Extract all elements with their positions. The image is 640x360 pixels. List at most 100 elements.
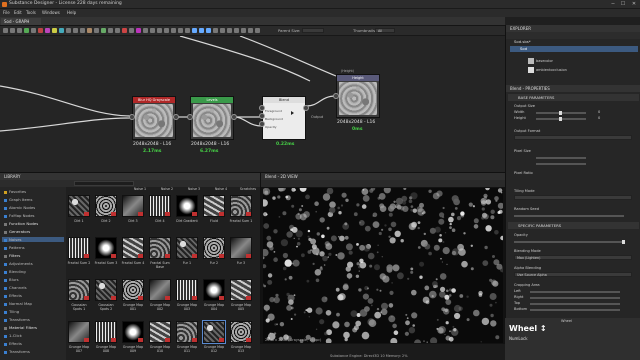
- toolbar-tool-icon[interactable]: [17, 28, 22, 33]
- library-tree-item[interactable]: Effects: [4, 293, 22, 298]
- close-button[interactable]: ✕: [629, 1, 639, 8]
- crop-bottom-slider[interactable]: [530, 309, 620, 311]
- library-thumbnail[interactable]: [176, 321, 198, 343]
- 2d-view-canvas[interactable]: [263, 188, 503, 343]
- library-thumbnail[interactable]: [230, 237, 252, 259]
- library-thumbnail[interactable]: [68, 237, 90, 259]
- thumbnails-select[interactable]: All: [375, 28, 395, 33]
- toolbar-tool-icon[interactable]: [234, 28, 239, 33]
- toolbar-tool-icon[interactable]: [73, 28, 78, 33]
- graph-tab[interactable]: Sod - GRAPH: [1, 18, 41, 25]
- library-tree-item[interactable]: Transforms: [4, 317, 30, 322]
- toolbar-tool-icon[interactable]: [255, 28, 260, 33]
- toolbar-tool-icon[interactable]: [206, 28, 211, 33]
- menu-edit[interactable]: Edit: [14, 10, 22, 15]
- toolbar-tool-icon[interactable]: [185, 28, 190, 33]
- toolbar-tool-icon[interactable]: [157, 28, 162, 33]
- explorer-graph-row[interactable]: Sod: [510, 46, 638, 52]
- library-tree-item[interactable]: Patterns: [4, 245, 25, 250]
- menu-windows[interactable]: Windows: [42, 10, 60, 15]
- menu-help[interactable]: Help: [67, 10, 76, 15]
- library-thumbnail[interactable]: [176, 195, 198, 217]
- toolbar-tool-icon[interactable]: [220, 28, 225, 33]
- library-tree-item[interactable]: Function Nodes: [4, 221, 38, 226]
- library-tree-item[interactable]: Adjustments: [4, 261, 33, 266]
- blending-mode-select[interactable]: Max (Lighten): [514, 255, 632, 260]
- input-port[interactable]: [333, 93, 339, 99]
- output-item-basecolor[interactable]: basecolor: [536, 59, 553, 63]
- library-thumbnail[interactable]: [68, 279, 90, 301]
- library-search-input[interactable]: [74, 181, 134, 186]
- toolbar-tool-icon[interactable]: [227, 28, 232, 33]
- library-thumbnail[interactable]: [203, 237, 225, 259]
- library-tree-item[interactable]: Normal Map: [4, 301, 32, 306]
- library-tree-item[interactable]: Generators: [4, 229, 30, 234]
- library-tree-item[interactable]: FxMap Nodes: [4, 213, 35, 218]
- parent-size-select[interactable]: [302, 28, 324, 33]
- toolbar-tool-icon[interactable]: [94, 28, 99, 33]
- toolbar-tool-icon[interactable]: [115, 28, 120, 33]
- library-tree-item[interactable]: Noises: [2, 237, 64, 242]
- toolbar-tool-icon[interactable]: [101, 28, 106, 33]
- node-blend[interactable]: Blend Foreground Background Opacity: [262, 96, 306, 140]
- toolbar-tool-icon[interactable]: [45, 28, 50, 33]
- toolbar-tool-icon[interactable]: [52, 28, 57, 33]
- toolbar-tool-icon[interactable]: [213, 28, 218, 33]
- menu-tools[interactable]: Tools: [26, 10, 36, 15]
- toolbar-tool-icon[interactable]: [129, 28, 134, 33]
- toolbar-tool-icon[interactable]: [171, 28, 176, 33]
- toolbar-tool-icon[interactable]: [248, 28, 253, 33]
- maximize-button[interactable]: ☐: [618, 1, 628, 8]
- library-tree-item[interactable]: 1-Click: [4, 333, 22, 338]
- library-thumbnail[interactable]: [176, 237, 198, 259]
- library-tree-item[interactable]: Effects: [4, 341, 22, 346]
- library-thumbnail[interactable]: [203, 279, 225, 301]
- graph-canvas[interactable]: Blur HQ Grayscale 2048x2048 - L16 2.17ms…: [0, 36, 505, 172]
- height-slider-knob[interactable]: [559, 117, 562, 121]
- toolbar-tool-icon[interactable]: [199, 28, 204, 33]
- output-format-select[interactable]: [514, 135, 632, 140]
- library-thumbnail[interactable]: [149, 237, 171, 259]
- opacity-slider[interactable]: [514, 241, 624, 243]
- library-tree-item[interactable]: Graph Items: [4, 197, 32, 202]
- input-port[interactable]: [129, 114, 135, 120]
- crop-top-slider[interactable]: [530, 303, 620, 305]
- node-blur-hq-grayscale[interactable]: Blur HQ Grayscale: [132, 96, 176, 140]
- random-seed-slider[interactable]: [514, 215, 624, 217]
- width-slider-knob[interactable]: [559, 111, 562, 115]
- node-levels[interactable]: Levels: [190, 96, 234, 140]
- library-tree-item[interactable]: Blending: [4, 269, 26, 274]
- specific-parameters-section[interactable]: SPECIFIC PARAMETERS: [508, 222, 639, 229]
- library-thumbnail[interactable]: [95, 279, 117, 301]
- input-port-foreground[interactable]: [259, 105, 265, 111]
- library-tree-item[interactable]: Filters: [4, 253, 20, 258]
- pixel-width-slider[interactable]: [536, 157, 586, 159]
- output-port[interactable]: [303, 105, 309, 111]
- library-thumbnail[interactable]: [122, 237, 144, 259]
- library-tree-item[interactable]: Atomic Nodes: [4, 205, 35, 210]
- opacity-slider-knob[interactable]: [622, 240, 625, 244]
- toolbar-tool-icon[interactable]: [59, 28, 64, 33]
- toolbar-tool-icon[interactable]: [241, 28, 246, 33]
- toolbar-tool-icon[interactable]: [24, 28, 29, 33]
- toolbar-tool-icon[interactable]: [66, 28, 71, 33]
- library-thumbnail[interactable]: [176, 279, 198, 301]
- output-port[interactable]: [231, 114, 237, 120]
- library-tree-item[interactable]: Blurs: [4, 277, 19, 282]
- library-thumbnail[interactable]: [202, 320, 226, 344]
- input-port-background[interactable]: [259, 113, 265, 119]
- library-thumbnail[interactable]: [95, 237, 117, 259]
- toolbar-tool-icon[interactable]: [192, 28, 197, 33]
- node-height-output[interactable]: Height: [336, 74, 380, 118]
- library-thumbnail[interactable]: [122, 195, 144, 217]
- library-thumbnail[interactable]: [149, 279, 171, 301]
- input-port-opacity[interactable]: [259, 121, 265, 127]
- width-value[interactable]: 0: [598, 110, 600, 114]
- library-thumbnail[interactable]: [68, 195, 90, 217]
- toolbar-tool-icon[interactable]: [164, 28, 169, 33]
- toolbar-tool-icon[interactable]: [38, 28, 43, 33]
- toolbar-tool-icon[interactable]: [178, 28, 183, 33]
- library-tree-item[interactable]: Transforms: [4, 349, 30, 354]
- minimize-button[interactable]: ─: [608, 1, 618, 8]
- toolbar-tool-icon[interactable]: [31, 28, 36, 33]
